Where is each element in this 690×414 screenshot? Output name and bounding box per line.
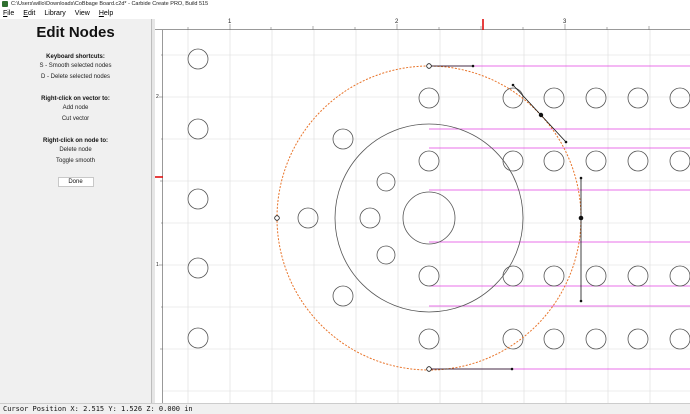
selected-vector-outline[interactable] [276,65,582,371]
menu-help[interactable]: Help [99,10,113,17]
node-toggle-smooth: Toggle smooth [55,158,96,164]
menu-library[interactable]: Library [44,10,65,17]
menu-view[interactable]: View [75,10,90,17]
handle-point[interactable] [579,299,583,303]
horizontal-ruler: 1 2 3 [155,19,690,30]
handle-point[interactable] [510,367,514,371]
hole-circles-right [418,87,690,350]
menu-view-label: View [74,10,90,17]
ruler-label-1: 1 [228,19,232,25]
menu-file[interactable]: File [3,10,14,17]
carbide-create-app-icon [2,1,8,7]
menu-edit-label: dit [27,10,36,17]
menu-library-label: Library [44,10,66,17]
node-heading: Right-click on node to: [43,138,108,144]
inner-ring-circle[interactable] [334,123,524,313]
done-button[interactable]: Done [57,177,94,187]
node-left[interactable] [274,215,280,221]
handle-point[interactable] [579,176,583,180]
status-bar: Cursor Position X: 2.515 Y: 1.526 Z: 0.0… [0,403,690,414]
panel-title: Edit Nodes [36,24,115,41]
ruler-label-3: 3 [563,19,567,25]
vector-heading: Right-click on vector to: [41,96,110,102]
title-bar: C:\Users\willo\Downloads\CoBbage Board.c… [0,0,690,8]
node-handles [429,65,582,370]
grid-lines [163,30,690,403]
handle-point[interactable] [471,64,475,68]
vruler-label-1: 1 [156,262,159,268]
menu-bar: File Edit Library View Help [0,8,690,19]
vector-cut: Cut vector [61,116,90,122]
edit-nodes-panel: Edit Nodes Keyboard shortcuts: S - Smoot… [0,19,152,403]
vertical-ruler: 2 1 [155,30,163,403]
menu-help-label: elp [103,10,114,17]
hole-circles-left [187,48,209,349]
shortcuts-section: Keyboard shortcuts: S - Smooth selected … [0,53,151,83]
vruler-label-2: 2 [156,94,159,100]
shortcut-smooth: S - Smooth selected nodes [39,63,112,69]
vector-add-node: Add node [62,105,89,111]
node-upper-right[interactable] [538,112,544,118]
ring-holes [297,128,396,307]
node-right[interactable] [578,215,584,221]
cursor-position: Cursor Position X: 2.515 Y: 1.526 Z: 0.0… [3,405,193,413]
menu-file-label: ile [7,10,15,17]
design-canvas[interactable] [163,30,690,403]
menu-edit[interactable]: Edit [23,10,35,17]
horizontal-ruler-ticks [187,19,650,30]
shortcut-delete: D - Delete selected nodes [40,74,111,80]
canvas-drawing[interactable] [163,30,690,403]
vector-section: Right-click on vector to: Add node Cut v… [0,95,151,125]
guide-lines [429,65,690,370]
node-section: Right-click on node to: Delete node Togg… [0,137,151,167]
ruler-label-2: 2 [395,19,399,25]
handle-point[interactable] [511,83,515,87]
node-bottom[interactable] [426,366,432,372]
center-bore-circle[interactable] [402,191,456,245]
node-delete: Delete node [59,147,92,153]
window-title: C:\Users\willo\Downloads\CoBbage Board.c… [11,1,209,7]
node-top[interactable] [426,63,432,69]
vertical-ruler-ticks [155,54,163,350]
handle-point[interactable] [564,140,568,144]
shortcuts-heading: Keyboard shortcuts: [46,54,105,60]
